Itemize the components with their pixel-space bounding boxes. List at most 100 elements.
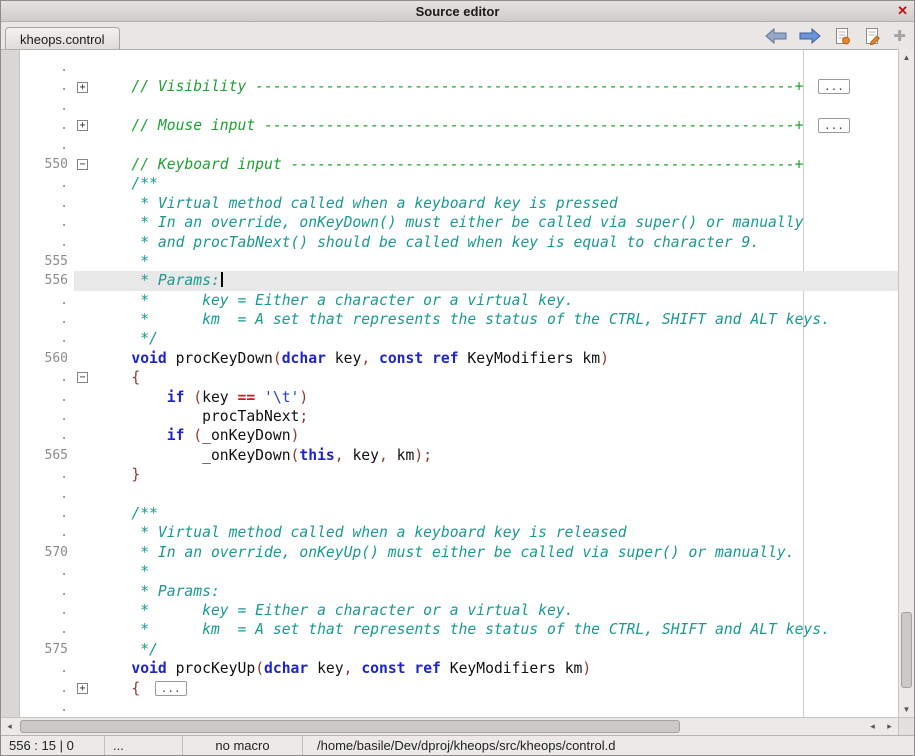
code-line[interactable]: . if (key == '\t') — [20, 388, 898, 407]
code-text[interactable]: procTabNext; — [96, 407, 898, 426]
scroll-down-icon[interactable]: ▼ — [899, 701, 914, 717]
code-text[interactable]: } — [96, 465, 898, 484]
code-line[interactable]: . — [20, 698, 898, 717]
code-line[interactable]: . — [20, 58, 898, 77]
code-text[interactable]: * Params: — [96, 582, 898, 601]
code-line[interactable]: . * Params: — [20, 582, 898, 601]
code-text[interactable]: if (_onKeyDown) — [96, 426, 898, 445]
horizontal-scroll-track[interactable] — [18, 718, 864, 735]
code-area[interactable]: ..+ // Visibility ----------------------… — [20, 50, 898, 717]
code-line[interactable]: 575 */ — [20, 640, 898, 659]
code-line[interactable]: 560 void procKeyDown(dchar key, const re… — [20, 349, 898, 368]
horizontal-scrollbar[interactable]: ◂ ◂ ▸ — [1, 717, 898, 735]
fold-margin[interactable]: − — [74, 368, 96, 387]
code-line[interactable]: .+ {... — [20, 679, 898, 698]
code-text[interactable]: void procKeyUp(dchar key, const ref KeyM… — [96, 659, 898, 678]
nav-back-icon[interactable] — [765, 26, 787, 46]
code-line[interactable]: .+ // Visibility -----------------------… — [20, 77, 898, 96]
code-line[interactable]: . — [20, 136, 898, 155]
code-line[interactable]: . * key = Either a character or a virtua… — [20, 601, 898, 620]
titlebar[interactable]: Source editor ✕ — [1, 1, 914, 22]
code-line[interactable]: . if (_onKeyDown) — [20, 426, 898, 445]
code-text[interactable]: * Virtual method called when a keyboard … — [96, 194, 898, 213]
code-line[interactable]: . procTabNext; — [20, 407, 898, 426]
vertical-scroll-thumb[interactable] — [901, 612, 912, 688]
nav-forward-icon[interactable] — [799, 26, 821, 46]
code-text[interactable]: * key = Either a character or a virtual … — [96, 291, 898, 310]
code-line[interactable]: . /** — [20, 174, 898, 193]
code-line[interactable]: . * and procTabNext() should be called w… — [20, 233, 898, 252]
fold-margin[interactable]: − — [74, 155, 96, 174]
code-line[interactable]: . * km = A set that represents the statu… — [20, 310, 898, 329]
code-text[interactable] — [96, 97, 898, 116]
code-text[interactable] — [96, 136, 898, 155]
code-line[interactable]: . * km = A set that represents the statu… — [20, 620, 898, 639]
fold-expanded-icon[interactable]: − — [77, 159, 88, 170]
code-text[interactable]: /** — [96, 504, 898, 523]
code-line[interactable]: 565 _onKeyDown(this, key, km); — [20, 446, 898, 465]
code-text[interactable]: void procKeyDown(dchar key, const ref Ke… — [96, 349, 898, 368]
code-line[interactable]: . — [20, 485, 898, 504]
code-text[interactable] — [96, 58, 898, 77]
code-text[interactable]: * — [96, 562, 898, 581]
code-line[interactable]: . * key = Either a character or a virtua… — [20, 291, 898, 310]
fold-collapsed-icon[interactable]: + — [77, 120, 88, 131]
code-text[interactable]: */ — [96, 329, 898, 348]
detach-icon[interactable]: ✚ — [893, 26, 906, 46]
code-text[interactable]: if (key == '\t') — [96, 388, 898, 407]
code-text[interactable]: // Mouse input -------------------------… — [96, 116, 898, 135]
code-line[interactable]: .− { — [20, 368, 898, 387]
breakpoint-margin[interactable] — [1, 50, 20, 717]
code-text[interactable]: // Keyboard input ----------------------… — [96, 155, 898, 174]
code-line[interactable]: . */ — [20, 329, 898, 348]
editor[interactable]: ..+ // Visibility ----------------------… — [1, 49, 898, 717]
code-line[interactable]: . } — [20, 465, 898, 484]
code-line[interactable]: . /** — [20, 504, 898, 523]
collapsed-fold-ellipsis[interactable]: ... — [818, 118, 850, 133]
fold-margin[interactable]: + — [74, 679, 96, 698]
code-text[interactable]: // Visibility --------------------------… — [96, 77, 898, 96]
fold-collapsed-icon[interactable]: + — [77, 82, 88, 93]
code-text[interactable] — [96, 698, 898, 717]
collapsed-fold-ellipsis[interactable]: ... — [818, 79, 850, 94]
code-text[interactable]: * km = A set that represents the status … — [96, 310, 898, 329]
code-text[interactable]: {... — [96, 679, 898, 698]
code-text[interactable]: * In an override, onKeyUp() must either … — [96, 543, 898, 562]
scroll-right-icon[interactable]: ▸ — [881, 718, 898, 735]
code-line[interactable]: .+ // Mouse input ----------------------… — [20, 116, 898, 135]
code-text[interactable] — [96, 485, 898, 504]
code-text[interactable]: * — [96, 252, 898, 271]
code-text[interactable]: _onKeyDown(this, key, km); — [96, 446, 898, 465]
code-text[interactable]: /** — [96, 174, 898, 193]
code-line[interactable]: . void procKeyUp(dchar key, const ref Ke… — [20, 659, 898, 678]
code-text[interactable]: * Params: — [96, 271, 898, 290]
scroll-up-icon[interactable]: ▲ — [899, 49, 914, 65]
code-text[interactable]: { — [96, 368, 898, 387]
code-text[interactable]: */ — [96, 640, 898, 659]
code-line[interactable]: . * — [20, 562, 898, 581]
code-text[interactable]: * In an override, onKeyDown() must eithe… — [96, 213, 898, 232]
horizontal-scroll-thumb[interactable] — [20, 720, 680, 733]
code-line[interactable]: 570 * In an override, onKeyUp() must eit… — [20, 543, 898, 562]
code-text[interactable]: * km = A set that represents the status … — [96, 620, 898, 639]
vertical-scrollbar[interactable]: ▲ ▼ — [898, 49, 914, 717]
fold-expanded-icon[interactable]: − — [77, 372, 88, 383]
code-line-current[interactable]: 556 * Params: — [20, 271, 898, 290]
code-line[interactable]: . * In an override, onKeyDown() must eit… — [20, 213, 898, 232]
document-modified-icon[interactable] — [833, 26, 851, 46]
code-line[interactable]: . — [20, 97, 898, 116]
code-text[interactable]: * and procTabNext() should be called whe… — [96, 233, 898, 252]
code-line[interactable]: . * Virtual method called when a keyboar… — [20, 523, 898, 542]
scroll-left-icon[interactable]: ◂ — [1, 718, 18, 735]
collapsed-fold-ellipsis[interactable]: ... — [155, 681, 187, 696]
code-line[interactable]: 555 * — [20, 252, 898, 271]
close-icon[interactable]: ✕ — [897, 1, 908, 21]
vertical-scroll-track[interactable] — [899, 65, 914, 701]
code-text[interactable]: * Virtual method called when a keyboard … — [96, 523, 898, 542]
fold-margin[interactable]: + — [74, 116, 96, 135]
code-text[interactable]: * key = Either a character or a virtual … — [96, 601, 898, 620]
code-line[interactable]: . * Virtual method called when a keyboar… — [20, 194, 898, 213]
document-edit-icon[interactable] — [863, 26, 881, 46]
fold-margin[interactable]: + — [74, 77, 96, 96]
fold-collapsed-icon[interactable]: + — [77, 683, 88, 694]
